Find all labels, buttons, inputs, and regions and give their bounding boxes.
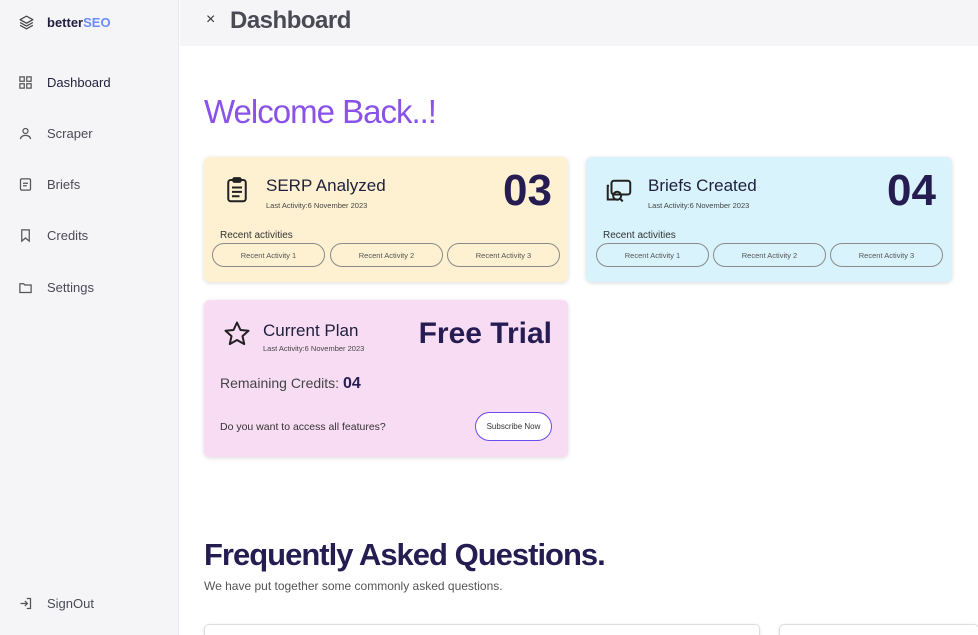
layers-icon xyxy=(18,14,35,31)
topbar: × Dashboard xyxy=(180,0,978,46)
recent-activity-button[interactable]: Recent Activity 1 xyxy=(596,243,709,267)
card-title: Current Plan xyxy=(263,321,359,340)
current-plan-card: Current Plan Last Activity:6 November 20… xyxy=(204,300,568,457)
card-subtitle: Last Activity:6 November 2023 xyxy=(263,344,365,353)
subscribe-now-button[interactable]: Subscribe Now xyxy=(475,412,552,441)
page-title: Dashboard xyxy=(230,7,351,34)
card-title: SERP Analyzed xyxy=(266,176,386,195)
recent-activity-button[interactable]: Recent Activity 2 xyxy=(330,243,443,267)
sidebar-item-scraper[interactable]: Scraper xyxy=(18,126,93,141)
remaining-credits: Remaining Credits: 04 xyxy=(220,375,361,393)
sidebar: betterSEO Dashboard Scraper Briefs Credi… xyxy=(0,0,179,635)
signout-label: SignOut xyxy=(47,596,94,611)
faq-heading: Frequently Asked Questions. xyxy=(204,537,606,572)
clipboard-icon xyxy=(222,175,252,205)
sidebar-item-label: Briefs xyxy=(47,177,81,192)
signout-button[interactable]: SignOut xyxy=(18,596,94,611)
brand-name-a: better xyxy=(47,15,84,30)
brand-name-b: SEO xyxy=(83,15,111,30)
recent-activity-button[interactable]: Recent Activity 2 xyxy=(713,243,826,267)
card-title: Briefs Created xyxy=(648,176,757,195)
upgrade-question: Do you want to access all features? xyxy=(220,421,386,433)
credits-label: Remaining Credits: xyxy=(220,375,340,391)
welcome-heading: Welcome Back..! xyxy=(204,93,437,130)
faq-item[interactable] xyxy=(204,624,760,635)
credits-value: 04 xyxy=(342,375,361,392)
brand-name: betterSEO xyxy=(47,15,111,30)
star-icon xyxy=(222,319,252,349)
document-icon xyxy=(18,177,33,192)
folder-icon xyxy=(18,280,33,295)
sidebar-item-label: Scraper xyxy=(47,126,93,141)
close-icon[interactable]: × xyxy=(206,11,215,29)
recent-activity-button[interactable]: Recent Activity 3 xyxy=(447,243,560,267)
search-chat-icon xyxy=(604,177,634,207)
plan-name: Free Trial xyxy=(418,317,552,350)
recent-activity-button[interactable]: Recent Activity 3 xyxy=(830,243,943,267)
sidebar-item-settings[interactable]: Settings xyxy=(18,280,94,295)
sidebar-item-label: Dashboard xyxy=(47,75,111,90)
sidebar-item-dashboard[interactable]: Dashboard xyxy=(18,75,111,90)
recent-activity-button[interactable]: Recent Activity 1 xyxy=(212,243,325,267)
card-subtitle: Last Activity:6 November 2023 xyxy=(648,201,750,210)
sidebar-item-credits[interactable]: Credits xyxy=(18,228,88,243)
grid-icon xyxy=(18,75,33,90)
brand[interactable]: betterSEO xyxy=(18,14,111,31)
card-count: 03 xyxy=(503,166,552,215)
recent-activities-label: Recent activities xyxy=(603,230,676,241)
faq-subtitle: We have put together some commonly asked… xyxy=(204,579,503,593)
bookmark-icon xyxy=(18,228,33,243)
serp-analyzed-card: SERP Analyzed Last Activity:6 November 2… xyxy=(204,157,568,282)
card-subtitle: Last Activity:6 November 2023 xyxy=(266,201,368,210)
sidebar-item-briefs[interactable]: Briefs xyxy=(18,177,80,192)
briefs-created-card: Briefs Created Last Activity:6 November … xyxy=(586,157,952,282)
card-count: 04 xyxy=(887,166,936,215)
sidebar-item-label: Settings xyxy=(47,280,94,295)
sidebar-item-label: Credits xyxy=(47,228,89,243)
signout-icon xyxy=(18,596,33,611)
recent-activities-label: Recent activities xyxy=(220,230,293,241)
user-icon xyxy=(18,126,33,141)
faq-item[interactable] xyxy=(779,624,978,635)
